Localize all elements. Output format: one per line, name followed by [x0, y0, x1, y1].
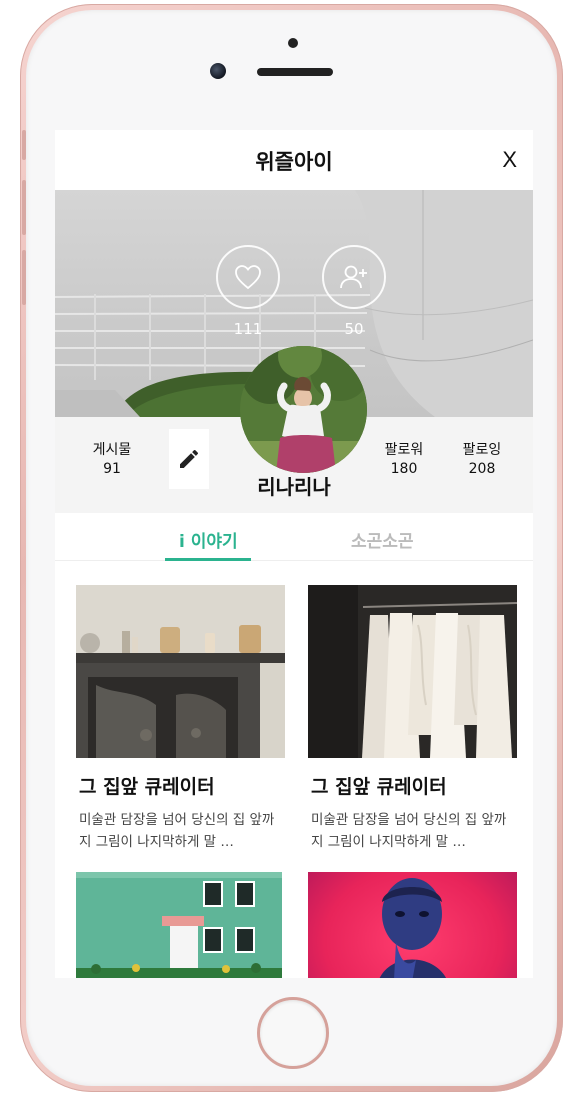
- post-thumbnail: [76, 585, 285, 758]
- home-button[interactable]: [257, 997, 329, 1069]
- post-thumbnail: [308, 872, 517, 978]
- post-title: 그 집앞 큐레이터: [311, 776, 447, 798]
- side-button-mute: [22, 130, 26, 160]
- like-count: 111: [233, 320, 263, 338]
- tab-i-story[interactable]: i 이야기: [179, 527, 238, 552]
- earpiece-speaker: [257, 68, 333, 76]
- post-thumbnail: [76, 872, 282, 978]
- post-description: 미술관 담장을 넘어 당신의 집 앞까지 그림이 나지막하게 말 …: [311, 812, 507, 850]
- follower-label: 팔로워: [384, 442, 424, 458]
- side-button-volume-up: [22, 180, 26, 235]
- post-card[interactable]: 그 집앞 큐레이터 미술관 담장을 넘어 당신의 집 앞까지 그림이 나지막하게…: [76, 585, 285, 853]
- post-description: 미술관 담장을 넘어 당신의 집 앞까지 그림이 나지막하게 말 …: [79, 812, 275, 850]
- side-button-volume-down: [22, 250, 26, 305]
- close-button[interactable]: X: [502, 147, 517, 173]
- add-user-icon: [340, 265, 367, 289]
- avatar-photo: [240, 346, 367, 473]
- username: 리나리나: [257, 475, 331, 499]
- front-sensor: [288, 38, 298, 48]
- green-house-photo: [76, 872, 282, 978]
- tab-bar: i 이야기 소곤소곤: [55, 513, 533, 561]
- heart-icon: [235, 265, 261, 290]
- top-bar: 위즐아이 X: [55, 130, 533, 190]
- avatar[interactable]: [240, 346, 367, 473]
- post-card[interactable]: 그 집앞 큐레이터 미술관 담장을 넘어 당신의 집 앞까지 그림이 나지막하게…: [308, 585, 517, 853]
- posts-label: 게시물: [92, 442, 132, 458]
- app-screen: 위즐아이 X 111 50 게시물 91 팔로워 180 팔로잉 208 리나리…: [55, 130, 533, 978]
- post-title: 그 집앞 큐레이터: [79, 776, 215, 798]
- mantel-photo: [76, 585, 285, 758]
- post-card[interactable]: [76, 872, 285, 978]
- follow-count: 50: [344, 320, 364, 338]
- page-title: 위즐아이: [255, 150, 333, 174]
- tab-sogon-sogon[interactable]: 소곤소곤: [351, 527, 414, 552]
- like-button[interactable]: [216, 245, 280, 309]
- neon-portrait-photo: [308, 872, 517, 978]
- dresses-photo: [308, 585, 517, 758]
- post-feed: 그 집앞 큐레이터 미술관 담장을 넘어 당신의 집 앞까지 그림이 나지막하게…: [55, 561, 533, 978]
- post-card[interactable]: [308, 872, 517, 978]
- following-label: 팔로잉: [462, 442, 502, 458]
- pencil-icon: [180, 449, 199, 468]
- front-camera: [210, 63, 226, 79]
- follow-button[interactable]: [322, 245, 386, 309]
- post-thumbnail: [308, 585, 517, 758]
